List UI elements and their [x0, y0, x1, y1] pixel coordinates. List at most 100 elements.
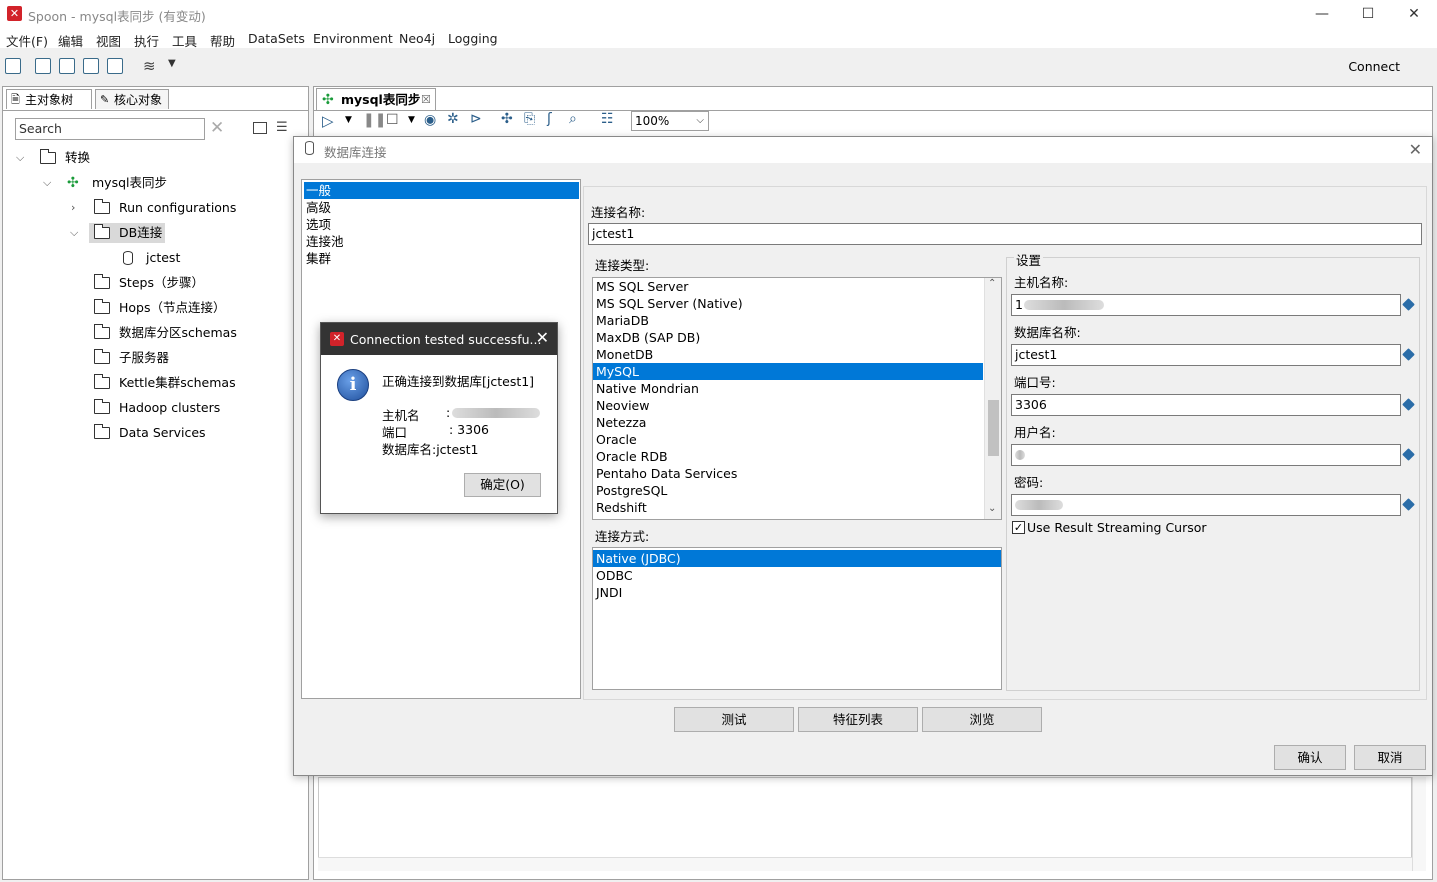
tree-item-steps[interactable]: Steps（步骤）: [3, 271, 303, 295]
layers-icon[interactable]: ≋: [143, 57, 159, 75]
menu-environment[interactable]: Environment: [313, 31, 393, 46]
list-item[interactable]: JNDI: [593, 584, 1001, 601]
tree-item-transformations[interactable]: ⌵ 转换: [3, 146, 303, 170]
tree-item-data-services[interactable]: Data Services: [3, 421, 303, 445]
list-item[interactable]: MS SQL Server: [593, 278, 1001, 295]
maximize-button[interactable]: ☐: [1345, 0, 1391, 28]
tab-mysql-sync[interactable]: ✣ mysql表同步 ☒: [316, 88, 436, 110]
nav-pooling[interactable]: 连接池: [304, 233, 579, 250]
host-input[interactable]: 1: [1011, 294, 1401, 316]
access-method-list[interactable]: Native (JDBC) ODBC JNDI: [592, 547, 1002, 690]
tree-item-cluster-schemas[interactable]: Kettle集群schemas: [3, 371, 303, 395]
tree-item-run-configurations[interactable]: › Run configurations: [3, 196, 303, 220]
list-item[interactable]: Oracle RDB: [593, 448, 1001, 465]
chevron-down-icon[interactable]: ⌄: [988, 503, 996, 514]
nav-advanced[interactable]: 高级: [304, 199, 579, 216]
new-file-icon[interactable]: [5, 58, 21, 74]
close-icon[interactable]: ✕: [536, 328, 549, 347]
list-item[interactable]: MonetDB: [593, 346, 1001, 363]
layers-dropdown-chevron-icon[interactable]: ▼: [168, 58, 176, 69]
port-input[interactable]: 3306: [1011, 394, 1401, 416]
test-button[interactable]: 测试: [674, 707, 794, 732]
menu-logging[interactable]: Logging: [448, 31, 498, 46]
show-results-icon[interactable]: ☷: [601, 111, 614, 127]
run-dropdown-icon[interactable]: ▼: [345, 115, 352, 125]
streaming-cursor-label: Use Result Streaming Cursor: [1027, 520, 1207, 535]
stop-dropdown-icon[interactable]: ▼: [408, 115, 415, 125]
list-item[interactable]: Oracle: [593, 431, 1001, 448]
tab-main-object-tree[interactable]: 🗎 主对象树: [6, 89, 92, 109]
chevron-down-icon[interactable]: ⌵: [43, 171, 51, 195]
nav-general[interactable]: 一般: [304, 182, 579, 199]
debug-icon[interactable]: ✲: [447, 111, 459, 127]
browse-button[interactable]: 浏览: [922, 707, 1042, 732]
tree-item-slave-servers[interactable]: 子服务器: [3, 346, 303, 370]
password-input[interactable]: [1011, 494, 1401, 516]
open-file-icon[interactable]: [35, 58, 51, 74]
tree-item-mysql-sync[interactable]: ⌵ ✣ mysql表同步: [3, 171, 303, 195]
list-item[interactable]: Netezza: [593, 414, 1001, 431]
connection-type-scrollbar[interactable]: ⌃ ⌄: [984, 278, 1001, 519]
list-item[interactable]: PostgreSQL: [593, 482, 1001, 499]
explore-db-icon[interactable]: ⌕: [569, 111, 577, 127]
list-item[interactable]: Redshift: [593, 499, 1001, 516]
close-window-button[interactable]: ✕: [1391, 0, 1437, 28]
list-item[interactable]: MS SQL Server (Native): [593, 295, 1001, 312]
preview-icon[interactable]: ◉: [424, 112, 436, 128]
pause-icon[interactable]: ❚❚: [363, 112, 386, 128]
verify-icon[interactable]: ✣: [501, 111, 513, 127]
database-name-input[interactable]: jctest1: [1011, 344, 1401, 366]
list-item[interactable]: Native Mondrian: [593, 380, 1001, 397]
nav-options[interactable]: 选项: [304, 216, 579, 233]
cancel-button[interactable]: 取消: [1354, 745, 1426, 770]
minimize-button[interactable]: —: [1299, 0, 1345, 28]
connection-name-input[interactable]: jctest1: [588, 223, 1422, 245]
menu-neo4j[interactable]: Neo4j: [399, 31, 435, 46]
canvas-area[interactable]: [318, 777, 1412, 867]
feature-list-button[interactable]: 特征列表: [798, 707, 918, 732]
sql-icon[interactable]: ʃ: [547, 111, 552, 127]
vertical-scrollbar[interactable]: [1412, 777, 1426, 871]
tree-item-hops[interactable]: Hops（节点连接）: [3, 296, 303, 320]
save-as-icon[interactable]: [107, 58, 123, 74]
nav-clustering[interactable]: 集群: [304, 250, 579, 267]
close-tab-icon[interactable]: ☒: [421, 89, 431, 111]
impact-icon[interactable]: ⎘: [524, 111, 535, 127]
list-item-selected[interactable]: Native (JDBC): [593, 550, 1001, 567]
chevron-up-icon[interactable]: ⌃: [988, 278, 996, 289]
connect-button[interactable]: Connect: [1348, 59, 1400, 74]
zoom-select[interactable]: 100% ⌵: [631, 111, 709, 131]
save-icon[interactable]: [83, 58, 99, 74]
menu-datasets[interactable]: DataSets: [248, 31, 305, 46]
list-item[interactable]: Pentaho Data Services: [593, 465, 1001, 482]
collapse-all-icon[interactable]: [253, 122, 267, 134]
list-item[interactable]: MaxDB (SAP DB): [593, 329, 1001, 346]
tree-item-db-connections[interactable]: ⌵ DB连接: [3, 221, 303, 245]
stop-icon[interactable]: ☐: [386, 112, 399, 128]
tab-core-objects[interactable]: ✎ 核心对象: [95, 89, 169, 109]
tree-item-hadoop-clusters[interactable]: Hadoop clusters: [3, 396, 303, 420]
chevron-down-icon[interactable]: ⌵: [70, 221, 78, 245]
close-icon[interactable]: ✕: [1409, 140, 1422, 159]
search-input[interactable]: Search: [15, 118, 205, 140]
connection-type-list[interactable]: MS SQL Server MS SQL Server (Native) Mar…: [592, 277, 1002, 520]
expand-all-icon[interactable]: ☰: [276, 120, 288, 135]
confirm-ok-button[interactable]: 确定(O): [464, 473, 541, 497]
tree-item-partition-schemas[interactable]: 数据库分区schemas: [3, 321, 303, 345]
horizontal-scrollbar[interactable]: [318, 857, 1412, 871]
list-item-selected[interactable]: MySQL: [593, 363, 983, 380]
list-item[interactable]: MariaDB: [593, 312, 1001, 329]
list-item[interactable]: ODBC: [593, 567, 1001, 584]
explore-repository-icon[interactable]: [59, 58, 75, 74]
replay-icon[interactable]: ⊳: [470, 111, 482, 127]
ok-button[interactable]: 确认: [1274, 745, 1346, 770]
clear-search-icon[interactable]: ✕: [210, 118, 224, 138]
list-item[interactable]: Neoview: [593, 397, 1001, 414]
scrollbar-thumb[interactable]: [988, 400, 999, 456]
run-icon[interactable]: ▷: [322, 112, 334, 130]
tree-item-jctest[interactable]: jctest: [3, 246, 303, 270]
username-input[interactable]: [1011, 444, 1401, 466]
streaming-cursor-checkbox[interactable]: ✓: [1012, 521, 1025, 534]
chevron-down-icon[interactable]: ⌵: [16, 146, 24, 170]
chevron-right-icon[interactable]: ›: [71, 196, 75, 220]
